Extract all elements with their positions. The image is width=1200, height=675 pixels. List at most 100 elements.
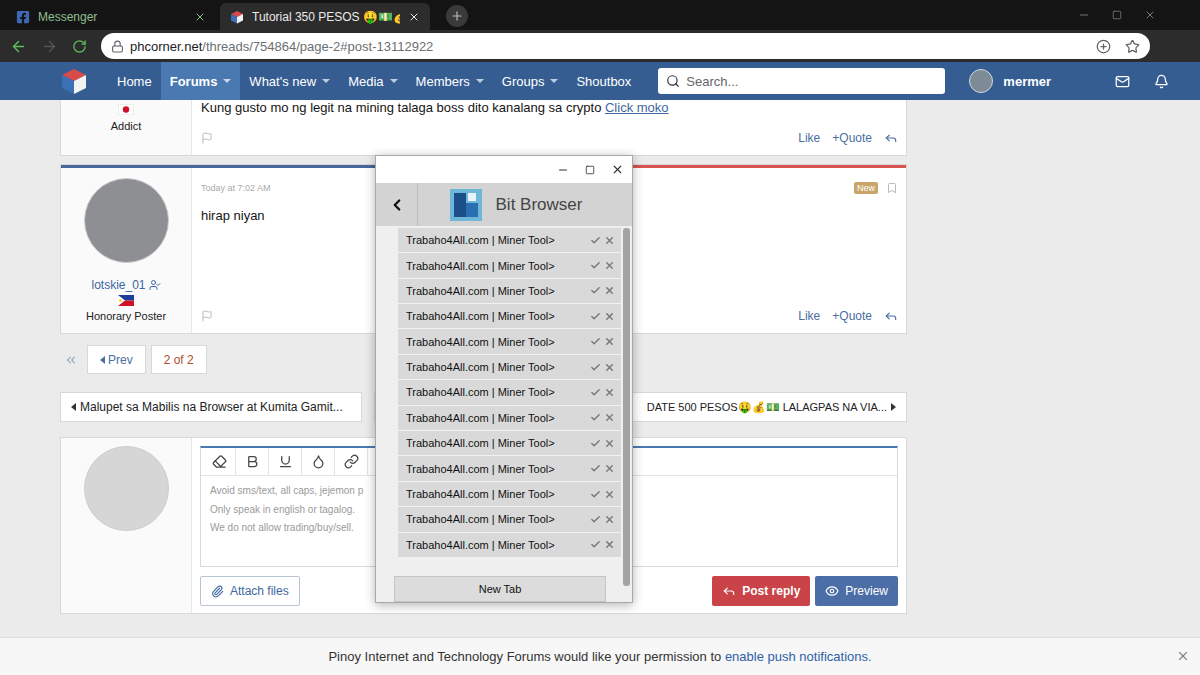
bookmark-icon[interactable] — [886, 182, 898, 194]
popup-tab-confirm[interactable] — [590, 438, 601, 449]
close-icon — [604, 260, 615, 271]
minimize-icon[interactable] — [557, 164, 569, 176]
bookmark-star-icon[interactable] — [1125, 39, 1140, 54]
forward-icon[interactable] — [41, 38, 58, 55]
notice-link[interactable]: enable push notifications. — [725, 649, 872, 664]
close-icon[interactable] — [611, 163, 624, 176]
popup-tab-row[interactable]: Trabaho4All.com | Miner Tool> — [398, 482, 621, 507]
first-page[interactable] — [60, 353, 82, 367]
close-tab-icon[interactable] — [408, 11, 420, 23]
popup-tab-close[interactable] — [604, 260, 615, 271]
popup-tab-row[interactable]: Trabaho4All.com | Miner Tool> — [398, 533, 621, 558]
popup-tab-close[interactable] — [604, 311, 615, 322]
new-tab-button[interactable] — [446, 5, 468, 27]
previous-thread[interactable]: Malupet sa Mabilis na Browser at Kumita … — [60, 392, 362, 422]
browser-tab[interactable]: Messenger — [6, 3, 216, 30]
editor-tool[interactable] — [335, 448, 368, 475]
post-action[interactable]: Like — [798, 309, 820, 323]
post-action[interactable]: Like — [798, 131, 820, 145]
scroll-thumb[interactable] — [623, 228, 630, 586]
nav-item[interactable]: Groups — [493, 62, 568, 100]
editor-tool[interactable] — [269, 448, 302, 475]
tab-title: Messenger — [38, 10, 186, 24]
popup-tab-confirm[interactable] — [590, 235, 601, 246]
editor-tool[interactable] — [236, 448, 269, 475]
nav-item[interactable]: Shoutbox — [567, 62, 640, 100]
popup-tab-row[interactable]: Trabaho4All.com | Miner Tool> — [398, 456, 621, 481]
bell-icon[interactable] — [1154, 74, 1169, 89]
maximize-icon[interactable] — [585, 165, 595, 175]
prev-button[interactable]: Prev — [87, 345, 146, 374]
popup-tab-close[interactable] — [604, 539, 615, 550]
nav-item[interactable]: Media — [339, 62, 406, 100]
popup-tab-row[interactable]: Trabaho4All.com | Miner Tool> — [398, 253, 621, 278]
popup-scrollbar[interactable] — [621, 228, 632, 602]
address-bar[interactable]: phcorner.net/threads/754864/page-2#post-… — [101, 33, 1150, 59]
popup-tab-close[interactable] — [604, 489, 615, 500]
report-flag-icon[interactable] — [201, 310, 213, 322]
user-cell: Addict — [61, 100, 192, 155]
user-avatar[interactable] — [84, 178, 169, 263]
popup-tab-row[interactable]: Trabaho4All.com | Miner Tool> — [398, 355, 621, 380]
popup-tab-confirm[interactable] — [590, 412, 601, 423]
post-reply-button[interactable]: Post reply — [712, 576, 810, 606]
popup-tab-close[interactable] — [604, 412, 615, 423]
post-action[interactable]: +Quote — [832, 309, 872, 323]
popup-tab-close[interactable] — [604, 235, 615, 246]
nav-item[interactable]: What's new — [240, 62, 339, 100]
post-username[interactable]: lotskie_01 — [91, 278, 160, 292]
post-action[interactable]: +Quote — [832, 131, 872, 145]
report-flag-icon[interactable] — [201, 132, 213, 144]
popup-tab-confirm[interactable] — [590, 463, 601, 474]
install-icon[interactable] — [1096, 39, 1111, 54]
popup-tab-confirm[interactable] — [590, 311, 601, 322]
page-indicator[interactable]: 2 of 2 — [151, 345, 207, 374]
popup-tab-row[interactable]: Trabaho4All.com | Miner Tool> — [398, 380, 621, 405]
editor-tool[interactable] — [302, 448, 335, 475]
maximize-icon[interactable] — [1112, 10, 1122, 20]
nav-item[interactable]: Forums — [161, 62, 241, 100]
popup-tab-row[interactable]: Trabaho4All.com | Miner Tool> — [398, 406, 621, 431]
message-link[interactable]: Click moko — [605, 100, 669, 115]
reload-icon[interactable] — [72, 39, 87, 54]
popup-tab-row[interactable]: Trabaho4All.com | Miner Tool> — [398, 329, 621, 354]
attach-files-button[interactable]: Attach files — [200, 576, 300, 606]
popup-tab-confirm[interactable] — [590, 387, 601, 398]
back-icon[interactable] — [10, 38, 27, 55]
close-window-icon[interactable] — [1144, 9, 1156, 21]
popup-tab-confirm[interactable] — [590, 489, 601, 500]
popup-tab-confirm[interactable] — [590, 285, 601, 296]
popup-tab-row[interactable]: Trabaho4All.com | Miner Tool> — [398, 279, 621, 304]
editor-tool[interactable] — [203, 448, 236, 475]
popup-tab-confirm[interactable] — [590, 362, 601, 373]
search-box[interactable]: Search... — [658, 68, 945, 94]
popup-tab-close[interactable] — [604, 438, 615, 449]
back-button[interactable] — [376, 183, 418, 226]
popup-tab-close[interactable] — [604, 463, 615, 474]
popup-tab-close[interactable] — [604, 362, 615, 373]
popup-tab-row[interactable]: Trabaho4All.com | Miner Tool> — [398, 228, 621, 253]
user-menu[interactable]: mermer — [969, 69, 1051, 93]
preview-button[interactable]: Preview — [815, 576, 898, 606]
popup-tab-confirm[interactable] — [590, 539, 601, 550]
popup-tab-close[interactable] — [604, 514, 615, 525]
popup-tab-confirm[interactable] — [590, 336, 601, 347]
reply-icon[interactable] — [884, 131, 898, 145]
minimize-icon[interactable] — [1078, 9, 1090, 21]
popup-tab-close[interactable] — [604, 387, 615, 398]
nav-item[interactable]: Members — [407, 62, 493, 100]
mail-icon[interactable] — [1115, 74, 1130, 89]
popup-tab-row[interactable]: Trabaho4All.com | Miner Tool> — [398, 507, 621, 532]
popup-tab-row[interactable]: Trabaho4All.com | Miner Tool> — [398, 304, 621, 329]
notice-close[interactable] — [1176, 649, 1190, 663]
browser-tab[interactable]: Tutorial 350 PESOS 🤑💵💰M — [220, 3, 430, 30]
reply-icon[interactable] — [884, 309, 898, 323]
popup-tab-confirm[interactable] — [590, 514, 601, 525]
popup-tab-confirm[interactable] — [590, 260, 601, 271]
popup-tab-row[interactable]: Trabaho4All.com | Miner Tool> — [398, 431, 621, 456]
popup-tab-close[interactable] — [604, 285, 615, 296]
close-tab-icon[interactable] — [194, 11, 206, 23]
popup-tab-close[interactable] — [604, 336, 615, 347]
popup-new-tab-button[interactable]: New Tab — [394, 576, 606, 602]
nav-item[interactable]: Home — [108, 62, 161, 100]
